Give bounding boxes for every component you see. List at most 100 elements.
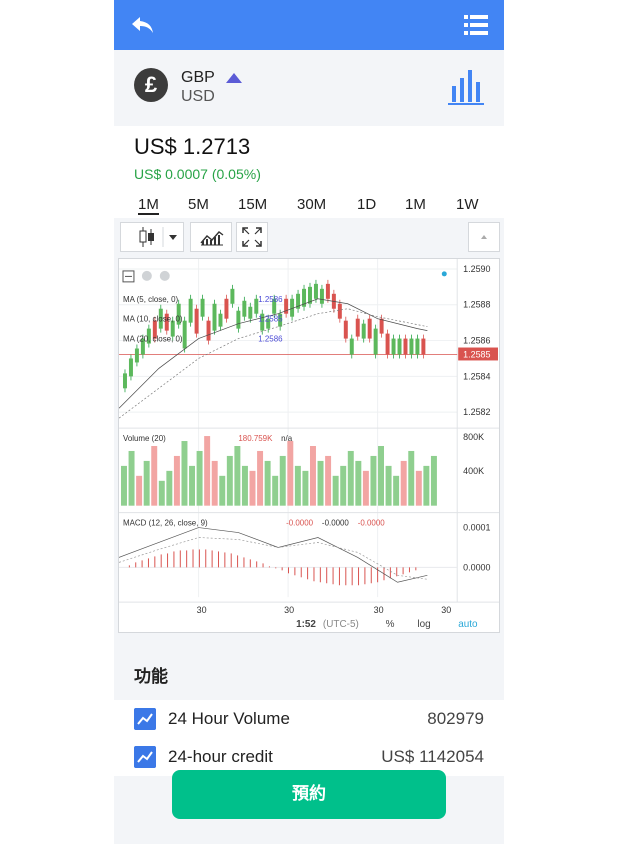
stat-label: 24-hour credit [168,747,273,766]
volume-label: Volume (20) [123,434,166,443]
volume-bar [393,475,400,506]
base-currency: GBP [181,69,215,86]
volume-bar [287,441,294,506]
section-title: 功能 [134,667,168,686]
candle-body [206,320,211,341]
timezone-label: (UTC-5) [323,619,359,630]
tab-timeframe-1w[interactable]: 1W [456,196,479,213]
timeframe-tabs: 1M 5M 15M 30M 1D 1M 1W [114,196,504,218]
tab-timeframe-5m[interactable]: 5M [188,196,209,213]
volume-bar [355,460,362,506]
candle-body [242,300,247,317]
list-menu-icon[interactable] [464,14,488,36]
x-axis-tick: 30 [284,605,294,615]
volume-bar [219,475,226,506]
stat-value: 802979 [427,709,484,728]
trend-chart-icon [134,708,156,730]
volume-bar [196,450,203,506]
volume-bar [241,465,248,506]
volume-bar [317,460,324,506]
candle-body [236,310,241,329]
current-price-label: 1.2585 [463,349,490,359]
volume-bar [294,465,301,506]
volume-bar [423,465,430,506]
candle-body [188,298,193,323]
volume-bar [309,445,316,506]
candle-body [367,318,372,339]
macd-axis-label: 0.0000 [463,562,490,572]
price-axis-label: 1.2590 [463,264,490,274]
tab-timeframe-15m[interactable]: 15M [238,196,267,213]
candle-body [194,308,199,334]
x-axis-tick: 30 [374,605,384,615]
fullscreen-button[interactable] [236,222,268,252]
back-arrow-icon[interactable] [130,12,156,38]
volume-bar [325,455,332,506]
volume-bar [166,470,173,506]
volume-bar [249,470,256,506]
ma-label: MA (20, close, 0) [123,335,183,344]
book-button[interactable]: 預約 [172,770,446,819]
pound-coin-icon: £ [134,68,168,102]
macd-value: -0.0000 [286,519,314,528]
tab-timeframe-30m[interactable]: 30M [297,196,326,213]
volume-bar [204,436,211,506]
stat-row-volume: 24 Hour Volume 802979 [114,700,504,738]
candle-body [379,318,384,334]
macd-signal-line [119,537,428,580]
candle-body [218,313,223,327]
volume-bar [173,455,180,506]
candle-body [385,333,390,355]
ma-value: 1.2586 [258,295,283,304]
volume-axis-label: 800K [463,432,484,442]
log-toggle: log [417,619,430,630]
trend-up-icon [226,73,242,83]
macd-label: MACD (12, 26, close, 9) [123,519,208,528]
candlestick-icon [139,227,177,247]
volume-bar [143,460,150,506]
candle-body [355,318,360,337]
candle-body [212,303,217,331]
chart-type-dropdown[interactable] [120,222,184,252]
volume-bar [121,465,127,506]
price-chart[interactable]: 1.2590 1.2588 1.2586 1.2584 1.2582 1.2585 MA (… [118,258,500,633]
live-dot-icon [441,271,447,277]
candle-body [391,338,396,355]
candle-body [122,373,127,389]
tab-timeframe-1month[interactable]: 1M [405,196,426,213]
candle-body [409,338,414,355]
scroll-up-button[interactable] [468,222,500,252]
candle-body [134,348,139,363]
tab-timeframe-1d[interactable]: 1D [357,196,376,213]
volume-bar [264,460,271,506]
volume-bar [385,465,392,506]
volume-bar [302,470,309,506]
candle-body [230,288,235,304]
volume-axis-label: 400K [463,466,484,476]
bar-chart-icon[interactable] [448,68,484,106]
volume-bar [136,475,143,506]
features-section-header: 功能 [114,646,504,700]
candle-body [313,283,318,299]
candle-body [397,338,402,355]
volume-bar [226,455,233,506]
candle-body [319,288,324,304]
top-bar [114,0,504,50]
candle-body [128,358,133,377]
macd-line [119,527,428,583]
x-axis-tick: 30 [441,605,451,615]
volume-bar [279,455,286,506]
volume-bar [400,460,407,506]
volume-bar [211,460,218,506]
percent-toggle: % [386,619,395,630]
price-axis-label: 1.2588 [463,300,490,310]
candle-body [200,298,205,317]
ma-label: MA (5, close, 0) [123,295,178,304]
tab-timeframe-1m[interactable]: 1M [138,196,159,215]
fullscreen-icon [242,227,262,247]
ma-value: 1.2585 [258,315,283,324]
indicators-button[interactable] [190,222,232,252]
volume-bar [415,470,422,506]
chart-area: 1.2590 1.2588 1.2586 1.2584 1.2582 1.2585 MA (… [114,218,504,638]
x-axis-tick: 30 [197,605,207,615]
